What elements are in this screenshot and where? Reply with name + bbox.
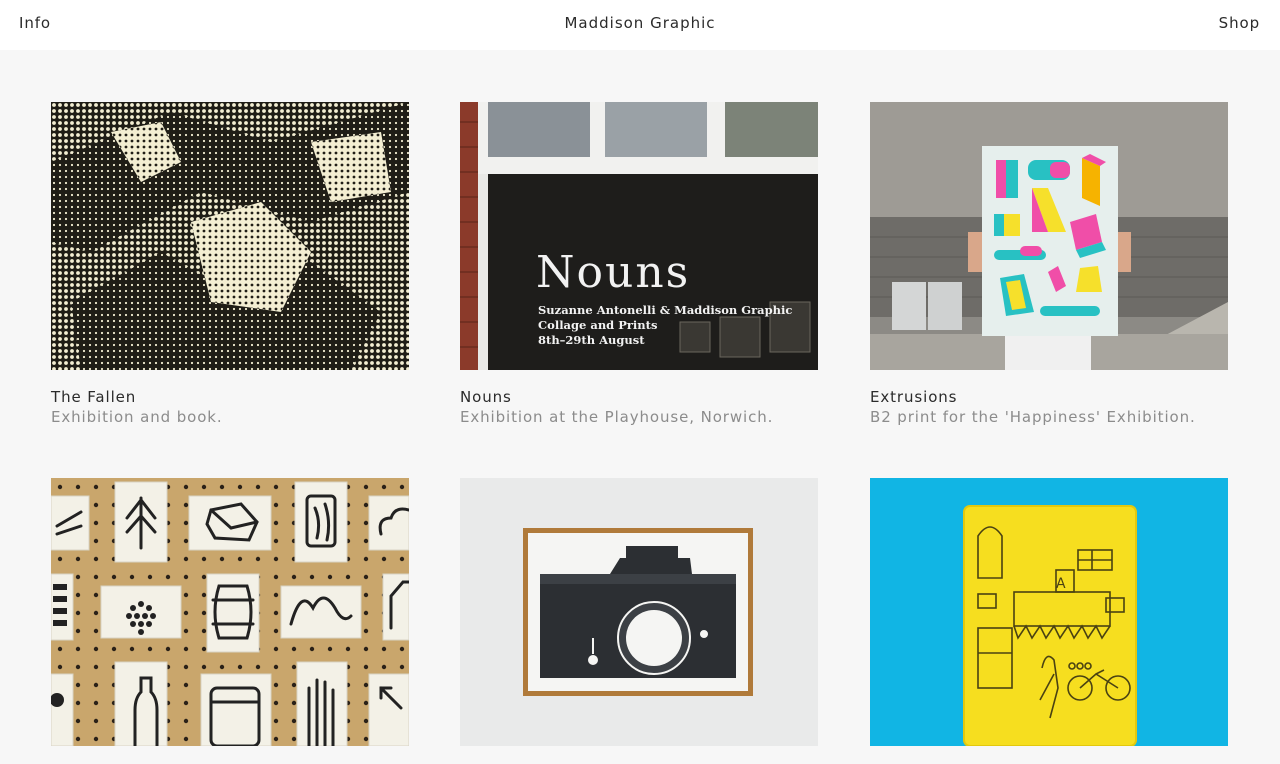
project-card-extrusions[interactable]: Extrusions B2 print for the 'Happiness' … <box>870 102 1228 427</box>
nouns-image-heading: Nouns <box>536 247 690 298</box>
project-image-extrusions[interactable] <box>870 102 1228 370</box>
project-image-nouns[interactable]: Nouns Suzanne Antonelli & Maddison Graph… <box>460 102 818 370</box>
svg-text:A: A <box>1056 576 1066 592</box>
project-title: Nouns <box>460 388 512 406</box>
site-header: Info Maddison Graphic Shop <box>0 0 1280 50</box>
project-image-camera-print[interactable] <box>460 478 818 746</box>
project-image-the-fallen[interactable] <box>51 102 409 370</box>
project-description: B2 print for the 'Happiness' Exhibition. <box>870 408 1196 426</box>
project-card-camera-print[interactable] <box>460 478 818 764</box>
project-card-yellow-notebook[interactable]: A <box>870 478 1228 764</box>
project-card-pegboard-icons[interactable] <box>51 478 409 764</box>
project-image-yellow-notebook[interactable]: A <box>870 478 1228 746</box>
project-title: Extrusions <box>870 388 958 406</box>
project-image-pegboard-icons[interactable] <box>51 478 409 746</box>
project-description: Exhibition at the Playhouse, Norwich. <box>460 408 774 426</box>
project-title: The Fallen <box>51 388 137 406</box>
nouns-image-line3: 8th–29th August <box>538 333 645 347</box>
nouns-image-line2: Collage and Prints <box>538 318 657 332</box>
project-description: Exhibition and book. <box>51 408 223 426</box>
project-card-the-fallen[interactable]: The Fallen Exhibition and book. <box>51 102 409 427</box>
site-title[interactable]: Maddison Graphic <box>0 14 1280 32</box>
project-card-nouns[interactable]: Nouns Suzanne Antonelli & Maddison Graph… <box>460 102 818 427</box>
shop-link[interactable]: Shop <box>1219 14 1260 32</box>
nouns-image-line1: Suzanne Antonelli & Maddison Graphic <box>538 303 792 317</box>
